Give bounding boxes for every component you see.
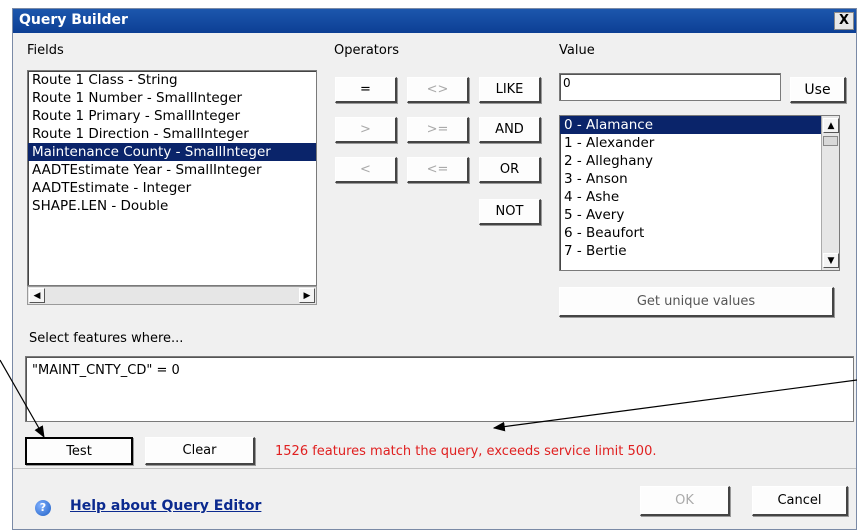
scroll-up-icon[interactable]: ▲ — [823, 118, 839, 133]
scroll-left-icon[interactable]: ◀ — [29, 288, 45, 303]
value-item[interactable]: 4 - Ashe — [560, 188, 839, 206]
field-item[interactable]: Route 1 Class - String — [28, 71, 316, 89]
fields-list[interactable]: Route 1 Class - String Route 1 Number - … — [27, 70, 317, 286]
field-item[interactable]: AADTEstimate - Integer — [28, 179, 316, 197]
scroll-right-icon[interactable]: ▶ — [299, 288, 315, 303]
value-item[interactable]: 3 - Anson — [560, 170, 839, 188]
fields-label: Fields — [27, 43, 64, 58]
value-item[interactable]: 5 - Avery — [560, 206, 839, 224]
or-button[interactable]: OR — [479, 157, 541, 183]
title-bar: Query Builder X — [13, 9, 856, 33]
scroll-down-icon[interactable]: ▼ — [823, 253, 839, 268]
where-label: Select features where... — [29, 331, 184, 346]
value-label: Value — [559, 43, 595, 58]
close-button[interactable]: X — [834, 12, 854, 30]
greater-than-button[interactable]: > — [335, 117, 397, 143]
value-item-selected[interactable]: 0 - Alamance — [560, 116, 822, 134]
footer-divider — [13, 468, 856, 469]
like-button[interactable]: LIKE — [479, 77, 541, 103]
value-item[interactable]: 6 - Beaufort — [560, 224, 839, 242]
help-icon[interactable]: ? — [35, 500, 51, 516]
field-item[interactable]: Route 1 Direction - SmallInteger — [28, 125, 316, 143]
scroll-thumb[interactable] — [823, 136, 838, 146]
value-item[interactable]: 2 - Alleghany — [560, 152, 839, 170]
equals-button[interactable]: = — [335, 77, 397, 103]
help-link[interactable]: Help about Query Editor — [70, 498, 261, 514]
value-vertical-scrollbar[interactable]: ▲ ▼ — [821, 116, 839, 270]
field-item-selected[interactable]: Maintenance County - SmallInteger — [28, 143, 316, 161]
window-title: Query Builder — [19, 12, 128, 28]
field-item[interactable]: SHAPE.LEN - Double — [28, 197, 316, 215]
less-equal-button[interactable]: <= — [407, 157, 469, 183]
fields-horizontal-scrollbar[interactable]: ◀ ▶ — [27, 286, 317, 305]
value-item[interactable]: 7 - Bertie — [560, 242, 839, 260]
field-item[interactable]: AADTEstimate Year - SmallInteger — [28, 161, 316, 179]
greater-equal-button[interactable]: >= — [407, 117, 469, 143]
clear-button[interactable]: Clear — [145, 437, 255, 465]
get-unique-values-button[interactable]: Get unique values — [559, 287, 834, 317]
where-expression-textarea[interactable]: "MAINT_CNTY_CD" = 0 — [25, 356, 854, 422]
field-item[interactable]: Route 1 Number - SmallInteger — [28, 89, 316, 107]
value-input[interactable]: 0 — [559, 73, 781, 101]
cancel-button[interactable]: Cancel — [752, 486, 848, 516]
and-button[interactable]: AND — [479, 117, 541, 143]
query-builder-dialog: Query Builder X Fields Route 1 Class - S… — [12, 8, 857, 530]
value-item[interactable]: 1 - Alexander — [560, 134, 839, 152]
field-item[interactable]: Route 1 Primary - SmallInteger — [28, 107, 316, 125]
test-button[interactable]: Test — [25, 437, 133, 465]
operators-label: Operators — [334, 43, 399, 58]
less-than-button[interactable]: < — [335, 157, 397, 183]
ok-button[interactable]: OK — [640, 486, 730, 516]
not-equal-button[interactable]: <> — [407, 77, 469, 103]
not-button[interactable]: NOT — [479, 199, 541, 225]
status-message: 1526 features match the query, exceeds s… — [275, 444, 657, 459]
value-list[interactable]: 0 - Alamance 1 - Alexander 2 - Alleghany… — [559, 115, 840, 271]
use-button[interactable]: Use — [790, 77, 846, 103]
